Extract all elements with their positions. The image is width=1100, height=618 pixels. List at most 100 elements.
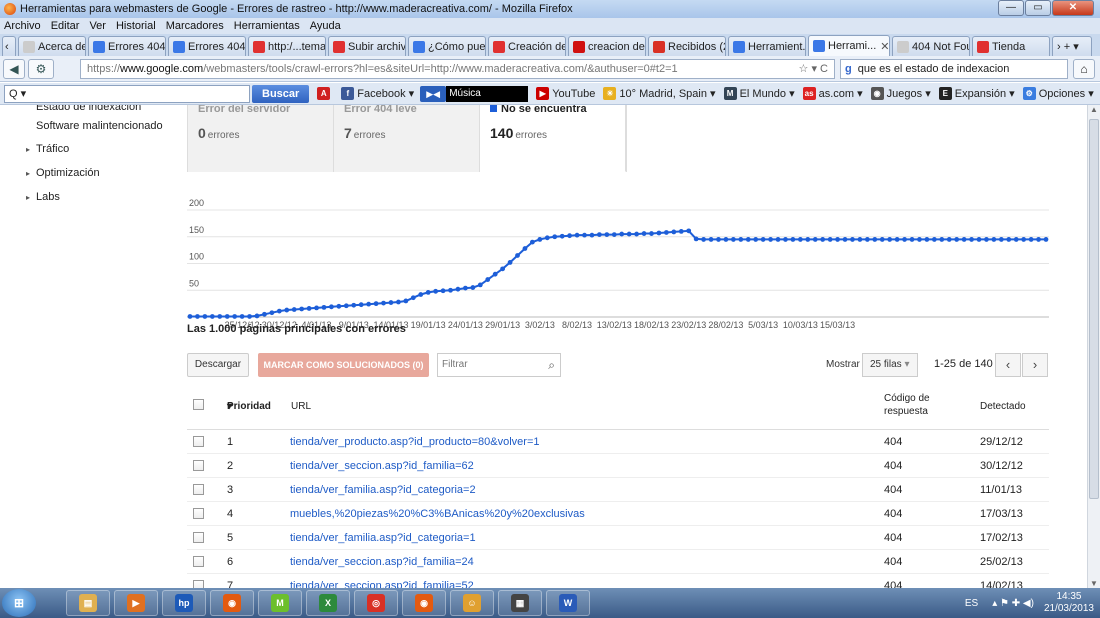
rows-per-page-select[interactable]: 25 filas ▾: [862, 353, 918, 377]
ask-button[interactable]: A: [317, 87, 333, 100]
scroll-up-icon[interactable]: ▲: [1090, 105, 1098, 114]
taskbar-app[interactable]: M: [258, 590, 302, 616]
url-field[interactable]: https://www.google.com/webmasters/tools/…: [80, 59, 835, 79]
response-code-header-1[interactable]: Código de: [884, 393, 930, 404]
close-button[interactable]: ✕: [1052, 0, 1094, 16]
expansion-item[interactable]: E Expansión ▾: [938, 87, 1015, 100]
row-url[interactable]: tienda/ver_seccion.asp?id_familia=52: [290, 580, 474, 588]
row-checkbox[interactable]: [193, 580, 204, 588]
toolbar-search-button[interactable]: Buscar: [252, 84, 310, 103]
minimize-button[interactable]: —: [998, 0, 1024, 16]
sidebar-item-optimizacion[interactable]: Optimización: [36, 167, 100, 179]
sidebar-item-malware[interactable]: Software malintencionado: [36, 120, 163, 132]
next-page-button[interactable]: ›: [1022, 353, 1048, 377]
tabs-more-button[interactable]: › + ▾: [1052, 36, 1092, 56]
detected-header[interactable]: Detectado: [980, 401, 1026, 412]
row-checkbox[interactable]: [193, 556, 204, 567]
play-icon[interactable]: ▶◀: [420, 85, 447, 102]
table-row[interactable]: 5 tienda/ver_familia.asp?id_categoria=1 40…: [187, 526, 1049, 550]
mark-fixed-button[interactable]: MARCAR COMO SOLUCIONADOS (0): [258, 353, 429, 377]
row-checkbox[interactable]: [193, 532, 204, 543]
tab-11[interactable]: 404 Not Fou...: [892, 36, 970, 56]
sidebar-item-labs[interactable]: Labs: [36, 191, 60, 203]
identity-button[interactable]: ⚙: [28, 58, 54, 79]
table-row[interactable]: 7 tienda/ver_seccion.asp?id_familia=52 404…: [187, 574, 1049, 588]
menu-editar[interactable]: Editar: [51, 20, 80, 32]
close-tab-icon[interactable]: ✕: [880, 40, 889, 53]
taskbar-app[interactable]: ◎: [354, 590, 398, 616]
card-server-error[interactable]: Error del servidor 0 errores: [188, 105, 334, 172]
filter-input[interactable]: Filtrar ⌕: [437, 353, 561, 377]
language-indicator[interactable]: ES: [965, 598, 978, 609]
juegos-item[interactable]: ◉ Juegos ▾: [870, 87, 931, 100]
as-item[interactable]: as as.com ▾: [802, 87, 863, 100]
row-checkbox[interactable]: [193, 484, 204, 495]
elmundo-item[interactable]: M El Mundo ▾: [723, 87, 795, 100]
tab-1[interactable]: Errores 404 l...: [88, 36, 166, 56]
row-url[interactable]: tienda/ver_producto.asp?id_producto=80&v…: [290, 436, 540, 448]
youtube-item[interactable]: ▶ YouTube: [536, 87, 595, 100]
row-url[interactable]: tienda/ver_familia.asp?id_categoria=1: [290, 532, 476, 544]
scroll-down-icon[interactable]: ▼: [1090, 579, 1098, 588]
row-url[interactable]: tienda/ver_familia.asp?id_categoria=2: [290, 484, 476, 496]
clock[interactable]: 14:35 21/03/2013: [1044, 591, 1094, 615]
page-scrollbar[interactable]: ▲ ▼: [1087, 105, 1100, 588]
tab-8[interactable]: Recibidos (2...: [648, 36, 726, 56]
row-checkbox[interactable]: [193, 508, 204, 519]
tab-0[interactable]: Acerca de l...: [18, 36, 86, 56]
taskbar-app[interactable]: W: [546, 590, 590, 616]
sidebar-item-indexacion[interactable]: Estado de indexación: [36, 105, 141, 113]
table-row[interactable]: 2 tienda/ver_seccion.asp?id_familia=62 404…: [187, 454, 1049, 478]
taskbar-app[interactable]: X: [306, 590, 350, 616]
response-code-header-2[interactable]: respuesta: [884, 406, 928, 417]
menu-archivo[interactable]: Archivo: [4, 20, 41, 32]
menu-marcadores[interactable]: Marcadores: [166, 20, 224, 32]
start-button[interactable]: ⊞: [2, 589, 36, 617]
tab-2[interactable]: Errores 404 l...: [168, 36, 246, 56]
taskbar-app[interactable]: ▤: [66, 590, 110, 616]
search-icon[interactable]: ⌕: [548, 354, 555, 376]
menu-ayuda[interactable]: Ayuda: [310, 20, 341, 32]
url-header[interactable]: URL: [291, 401, 311, 412]
download-button[interactable]: Descargar: [187, 353, 249, 377]
tab-3[interactable]: http:/...temap: [248, 36, 326, 56]
home-button[interactable]: ⌂: [1073, 59, 1095, 79]
card-not-found[interactable]: No se encuentra 140 errores: [480, 105, 626, 172]
options-item[interactable]: ⚙ Opciones ▾: [1022, 87, 1094, 100]
search-input[interactable]: g que es el estado de indexacion: [840, 59, 1068, 79]
row-checkbox[interactable]: [193, 460, 204, 471]
toolbar-search-input[interactable]: Q ▾: [4, 84, 250, 103]
tab-7[interactable]: creacion de ...: [568, 36, 646, 56]
taskbar-app[interactable]: ▦: [498, 590, 542, 616]
table-row[interactable]: 4 muebles,%20piezas%20%C3%BAnicas%20y%20e…: [187, 502, 1049, 526]
table-row[interactable]: 3 tienda/ver_familia.asp?id_categoria=2 40…: [187, 478, 1049, 502]
back-button[interactable]: ◀: [3, 58, 25, 79]
bookmark-star-icon[interactable]: ☆ ▾ C: [799, 62, 828, 75]
tabs-scroll-left-button[interactable]: ‹: [2, 36, 16, 56]
select-all-checkbox[interactable]: [193, 399, 204, 410]
menu-ver[interactable]: Ver: [89, 20, 106, 32]
table-row[interactable]: 1 tienda/ver_producto.asp?id_producto=80&…: [187, 430, 1049, 454]
row-url[interactable]: tienda/ver_seccion.asp?id_familia=62: [290, 460, 474, 472]
prev-page-button[interactable]: ‹: [995, 353, 1021, 377]
taskbar-app[interactable]: ◉: [210, 590, 254, 616]
table-row[interactable]: 6 tienda/ver_seccion.asp?id_familia=24 404…: [187, 550, 1049, 574]
weather-item[interactable]: ☀ 10° Madrid, Spain ▾: [603, 87, 716, 100]
music-player[interactable]: ▶◀ Música: [420, 85, 529, 102]
tray-icons[interactable]: ▴ ⚑ ✚ ◀): [992, 598, 1034, 609]
taskbar-app[interactable]: hp: [162, 590, 206, 616]
tab-9[interactable]: Herramient...: [728, 36, 806, 56]
menu-historial[interactable]: Historial: [116, 20, 156, 32]
sidebar-item-trafico[interactable]: Tráfico: [36, 143, 69, 155]
row-url[interactable]: tienda/ver_seccion.asp?id_familia=24: [290, 556, 474, 568]
menu-herramientas[interactable]: Herramientas: [234, 20, 300, 32]
facebook-item[interactable]: f Facebook ▾: [341, 87, 414, 100]
taskbar-app[interactable]: ☺: [450, 590, 494, 616]
tab-6[interactable]: Creación de ...: [488, 36, 566, 56]
tab-12[interactable]: Tienda: [972, 36, 1050, 56]
scrollbar-thumb[interactable]: [1089, 119, 1099, 499]
row-url[interactable]: muebles,%20piezas%20%C3%BAnicas%20y%20ex…: [290, 508, 585, 520]
row-checkbox[interactable]: [193, 436, 204, 447]
card-soft-404[interactable]: Error 404 leve 7 errores: [334, 105, 480, 172]
tab-10[interactable]: Herrami... ✕: [808, 35, 890, 56]
